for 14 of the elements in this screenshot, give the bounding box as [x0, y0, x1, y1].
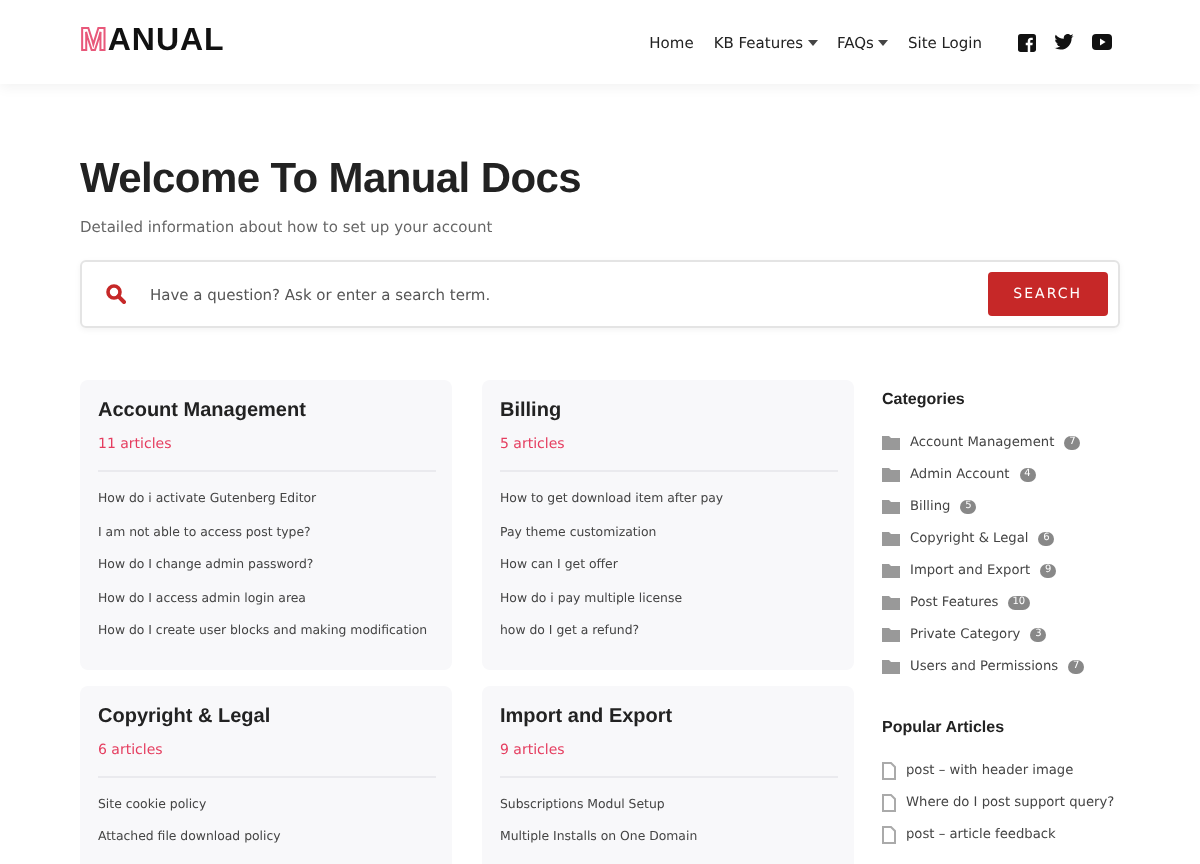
caret-icon	[807, 39, 818, 45]
caret-icon	[877, 39, 888, 45]
twitter-icon[interactable]	[1054, 34, 1074, 50]
sidebar-heading: Popular Articles	[882, 718, 1007, 736]
card-title[interactable]: Account Management	[98, 400, 436, 422]
search-icon	[106, 284, 126, 304]
facebook-icon[interactable]	[1018, 33, 1036, 51]
page-title: Welcome To Manual Docs	[80, 156, 584, 204]
youtube-icon[interactable]	[1092, 34, 1112, 50]
card-title[interactable]: Import and Export	[500, 705, 838, 727]
card-title[interactable]: Copyright & Legal	[98, 705, 436, 727]
card-title[interactable]: Billing	[500, 400, 838, 422]
site-logo[interactable]: MANUAL	[80, 24, 225, 60]
sidebar-heading: Categories	[882, 390, 967, 408]
